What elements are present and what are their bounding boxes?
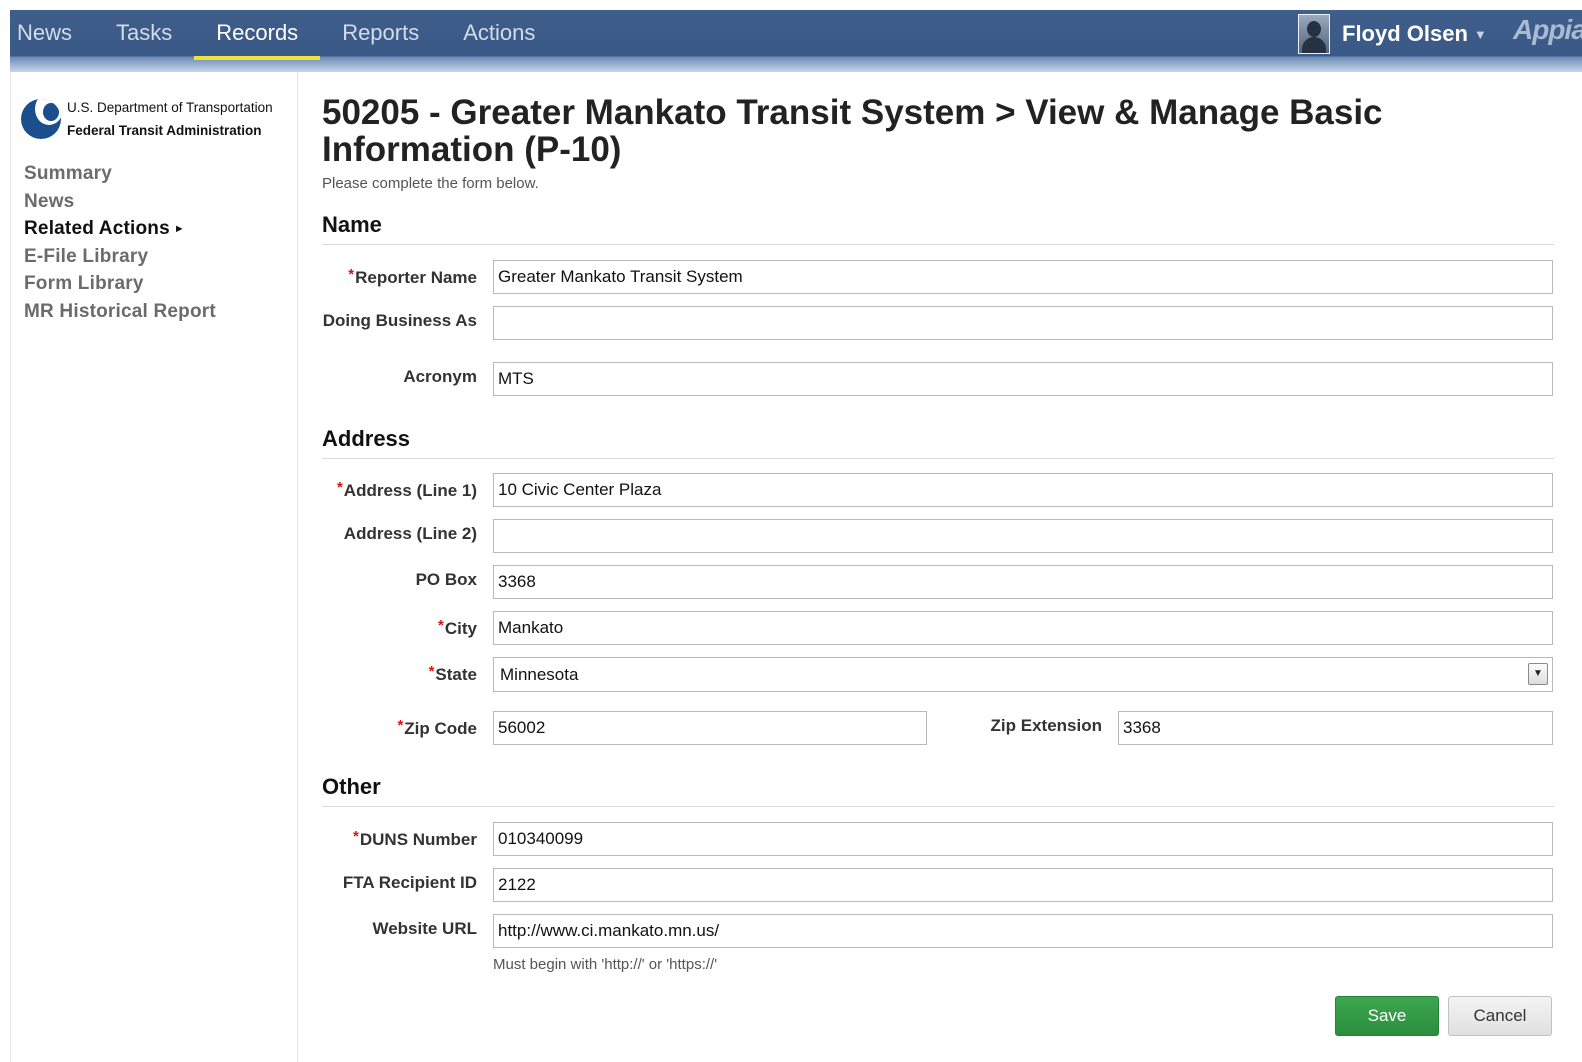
- address-line1-input[interactable]: [493, 473, 1553, 507]
- required-marker: *: [353, 828, 359, 845]
- sidebar-menu: Summary News Related Actions ► E-File Lib…: [24, 160, 216, 325]
- zip-extension-label: Zip Extension: [990, 716, 1102, 735]
- section-divider: [322, 806, 1554, 807]
- state-select[interactable]: Minnesota ▼: [493, 657, 1553, 692]
- user-avatar: [1298, 14, 1330, 54]
- sidebar-item-form-library[interactable]: Form Library: [24, 270, 216, 298]
- nav-tab-reports[interactable]: Reports: [320, 10, 441, 56]
- logo-line-agency: Federal Transit Administration: [67, 123, 262, 138]
- nav-tab-records[interactable]: Records: [194, 10, 321, 60]
- sidebar-item-efile-library[interactable]: E-File Library: [24, 243, 216, 271]
- address-line1-label: *Address (Line 1): [336, 479, 477, 500]
- po-box-input[interactable]: [493, 565, 1553, 599]
- duns-number-input[interactable]: [493, 822, 1553, 856]
- sidebar: U.S. Department of Transportation Federa…: [10, 72, 298, 1062]
- zip-code-label: *Zip Code: [397, 717, 477, 738]
- top-navigation-bar: News Tasks Records Reports Actions Floyd…: [10, 10, 1582, 72]
- website-url-label: Website URL: [372, 919, 477, 938]
- sidebar-item-mr-historical-report[interactable]: MR Historical Report: [24, 298, 216, 326]
- dropdown-arrow-icon[interactable]: ▼: [1528, 663, 1548, 685]
- nav-tab-actions[interactable]: Actions: [441, 10, 557, 56]
- required-marker: *: [428, 663, 435, 680]
- website-url-input[interactable]: [493, 914, 1553, 948]
- section-title-name: Name: [322, 212, 382, 237]
- save-button[interactable]: Save: [1335, 996, 1439, 1036]
- sidebar-item-related-actions[interactable]: Related Actions ►: [24, 215, 216, 243]
- section-title-address: Address: [322, 426, 411, 451]
- sidebar-item-summary[interactable]: Summary: [24, 160, 216, 188]
- sidebar-item-news[interactable]: News: [24, 188, 216, 216]
- caret-right-icon: ►: [173, 223, 185, 235]
- address-line2-label: Address (Line 2): [343, 524, 477, 543]
- required-marker: *: [348, 266, 355, 283]
- required-marker: *: [438, 617, 444, 634]
- brand-logo: Appia: [1513, 14, 1582, 45]
- state-label: *State: [428, 663, 477, 684]
- zip-extension-input[interactable]: [1118, 711, 1553, 745]
- city-input[interactable]: [493, 611, 1553, 645]
- user-menu[interactable]: Floyd Olsen ▼: [1298, 14, 1487, 54]
- dot-logo-icon: [21, 99, 61, 139]
- doing-business-as-input[interactable]: [493, 306, 1553, 340]
- logo-line-department: U.S. Department of Transportation: [67, 100, 273, 115]
- fta-recipient-id-input[interactable]: [493, 868, 1553, 902]
- reporter-name-label: *Reporter Name: [348, 266, 477, 287]
- user-name: Floyd Olsen: [1342, 21, 1468, 46]
- sidebar-item-label: Related Actions: [24, 218, 170, 239]
- nav-tab-news[interactable]: News: [10, 10, 94, 56]
- main-nav: News Tasks Records Reports Actions: [10, 10, 557, 60]
- doing-business-as-label: Doing Business As: [322, 311, 477, 330]
- page-title: 50205 - Greater Mankato Transit System >…: [322, 93, 1383, 169]
- dot-fta-logo: U.S. Department of Transportation Federa…: [21, 96, 273, 142]
- website-url-hint: Must begin with 'http://' or 'https://': [493, 956, 718, 973]
- cancel-button[interactable]: Cancel: [1448, 996, 1552, 1036]
- fta-recipient-id-label: FTA Recipient ID: [342, 873, 477, 892]
- city-label: *City: [438, 617, 477, 638]
- duns-number-label: *DUNS Number: [353, 828, 477, 849]
- section-divider: [322, 244, 1554, 245]
- po-box-label: PO Box: [415, 570, 477, 589]
- required-marker: *: [336, 479, 343, 496]
- reporter-name-input[interactable]: [493, 260, 1553, 294]
- state-selected-value: Minnesota: [500, 665, 579, 684]
- address-line2-input[interactable]: [493, 519, 1553, 553]
- section-title-other: Other: [322, 774, 381, 799]
- nav-tab-tasks[interactable]: Tasks: [94, 10, 194, 56]
- chevron-down-icon: ▼: [1473, 26, 1487, 42]
- form-instructions: Please complete the form below.: [322, 175, 539, 192]
- required-marker: *: [397, 717, 404, 734]
- acronym-input[interactable]: [493, 362, 1553, 396]
- zip-code-input[interactable]: [493, 711, 927, 745]
- section-divider: [322, 458, 1554, 459]
- acronym-label: Acronym: [403, 367, 477, 386]
- logo-text: U.S. Department of Transportation Federa…: [67, 96, 273, 142]
